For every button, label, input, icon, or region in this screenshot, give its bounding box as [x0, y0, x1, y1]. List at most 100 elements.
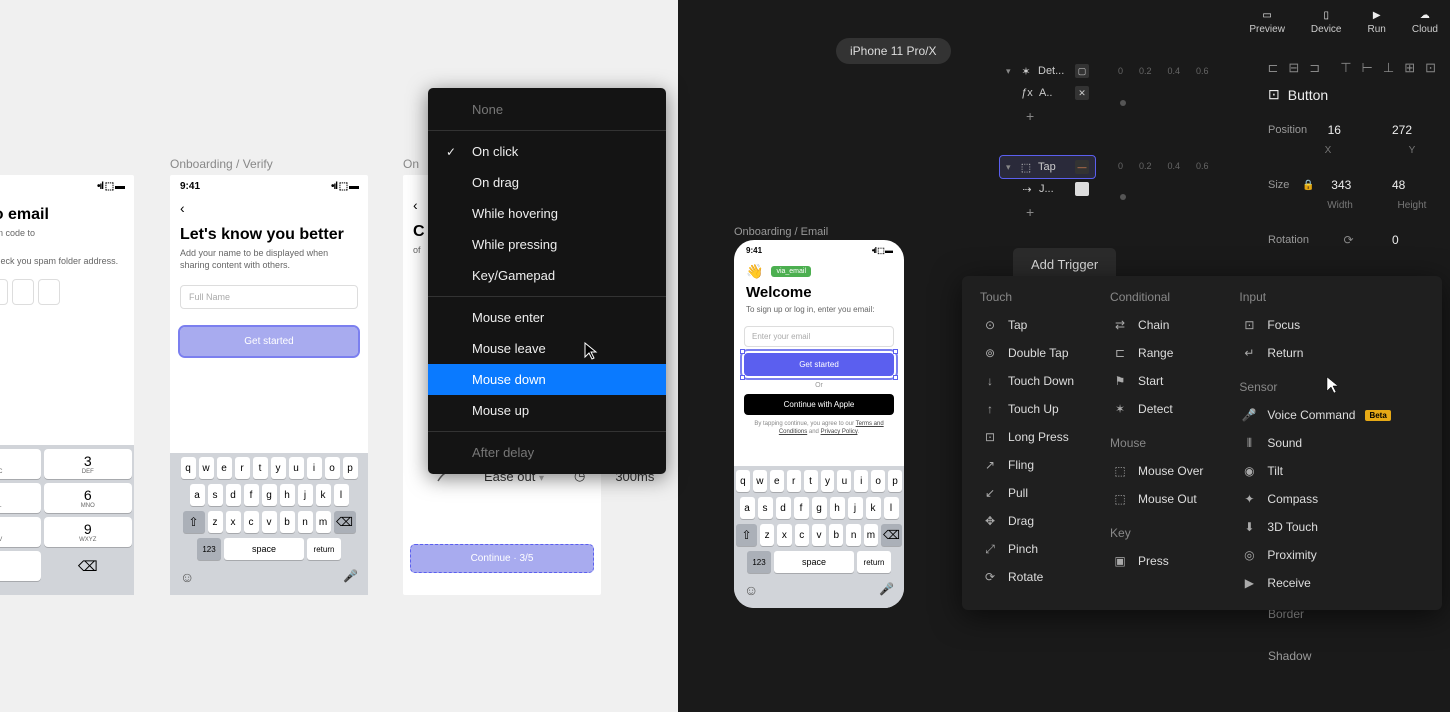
- trigger-chain[interactable]: ⇄Chain: [1110, 312, 1205, 338]
- menu-item-mouse-leave[interactable]: Mouse leave: [428, 333, 666, 364]
- num-key[interactable]: 0: [0, 551, 41, 581]
- x-input[interactable]: 16: [1324, 119, 1372, 141]
- mic-icon[interactable]: 🎤: [343, 569, 358, 585]
- trigger-compass[interactable]: ✦Compass: [1239, 486, 1392, 512]
- align-left-icon[interactable]: ⊏: [1267, 60, 1278, 76]
- trigger-long-press[interactable]: ⊡Long Press: [980, 424, 1076, 450]
- menu-item-mouse-down[interactable]: Mouse down: [428, 364, 666, 395]
- kb-key[interactable]: z: [760, 524, 774, 546]
- kb-key[interactable]: p: [888, 470, 902, 492]
- kb-key[interactable]: h: [830, 497, 845, 519]
- kb-key[interactable]: s: [758, 497, 773, 519]
- kb-key[interactable]: j: [848, 497, 863, 519]
- privacy-link[interactable]: Privacy Policy: [821, 429, 858, 435]
- kb-key[interactable]: l: [334, 484, 349, 506]
- kb-key[interactable]: n: [846, 524, 860, 546]
- kb-key[interactable]: p: [343, 457, 358, 479]
- trigger-pull[interactable]: ↙Pull: [980, 480, 1076, 506]
- align-middle-icon[interactable]: ⊢: [1362, 60, 1373, 76]
- trigger-mouse-over[interactable]: ⬚Mouse Over: [1110, 458, 1205, 484]
- minus-icon[interactable]: —: [1075, 160, 1089, 174]
- kb-key[interactable]: w: [753, 470, 767, 492]
- more-icon[interactable]: ⊡: [1425, 60, 1436, 76]
- kb-key[interactable]: j: [298, 484, 313, 506]
- kb-key[interactable]: c: [244, 511, 259, 533]
- run-button[interactable]: ▶Run: [1368, 10, 1386, 35]
- trigger-tilt[interactable]: ◉Tilt: [1239, 458, 1392, 484]
- delete-key[interactable]: ⌫: [44, 551, 133, 581]
- kb-key[interactable]: m: [864, 524, 878, 546]
- kb-key[interactable]: s: [208, 484, 223, 506]
- name-input[interactable]: Full Name: [180, 285, 358, 309]
- get-started-button[interactable]: Get started: [180, 327, 358, 356]
- mic-icon[interactable]: 🎤: [879, 582, 894, 598]
- trigger-drag[interactable]: ✥Drag: [980, 508, 1076, 534]
- trigger-tap[interactable]: ⊙Tap: [980, 312, 1076, 338]
- kb-key[interactable]: v: [812, 524, 826, 546]
- trigger-pinch[interactable]: ⤢Pinch: [980, 536, 1076, 562]
- cloud-button[interactable]: ☁Cloud: [1412, 10, 1438, 35]
- num-key[interactable]: 3DEF: [44, 449, 133, 479]
- menu-item-after-delay[interactable]: After delay: [428, 437, 666, 468]
- timeline-keyframe[interactable]: [1120, 100, 1126, 106]
- trigger-touch-down[interactable]: ↓Touch Down: [980, 368, 1076, 394]
- num-key[interactable]: 9WXYZ: [44, 517, 133, 547]
- num-toggle-key[interactable]: 123: [747, 551, 771, 573]
- kb-key[interactable]: y: [821, 470, 835, 492]
- trigger-rotate[interactable]: ⟳Rotate: [980, 564, 1076, 590]
- emoji-icon[interactable]: ☺: [744, 582, 758, 598]
- space-key[interactable]: space: [224, 538, 304, 560]
- kb-key[interactable]: k: [316, 484, 331, 506]
- height-input[interactable]: 48: [1388, 174, 1436, 196]
- menu-item-while-hovering[interactable]: While hovering: [428, 198, 666, 229]
- menu-item-mouse-enter[interactable]: Mouse enter: [428, 302, 666, 333]
- shadow-section[interactable]: Shadow: [1268, 649, 1436, 663]
- device-selector[interactable]: iPhone 11 Pro/X: [836, 38, 951, 64]
- menu-item-key-gamepad[interactable]: Key/Gamepad: [428, 260, 666, 291]
- kb-key[interactable]: g: [812, 497, 827, 519]
- layer-add[interactable]: +: [1000, 104, 1095, 128]
- kb-key[interactable]: b: [280, 511, 295, 533]
- kb-key[interactable]: q: [181, 457, 196, 479]
- kb-key[interactable]: m: [316, 511, 331, 533]
- kb-key[interactable]: f: [794, 497, 809, 519]
- lock-icon[interactable]: 🔒: [1302, 180, 1314, 191]
- layer-a[interactable]: ƒxA..✕: [1000, 82, 1095, 104]
- shift-key[interactable]: ⇧: [736, 524, 757, 546]
- layer-tap[interactable]: ▾⬚Tap—: [1000, 156, 1095, 178]
- align-top-icon[interactable]: ⊤: [1340, 60, 1351, 76]
- device-button[interactable]: ▯Device: [1311, 10, 1342, 35]
- kb-key[interactable]: u: [289, 457, 304, 479]
- backspace-key[interactable]: ⌫: [334, 511, 356, 533]
- backspace-key[interactable]: ⌫: [881, 524, 902, 546]
- artboard-verify-1[interactable]: / Verify •ıl ⬚ ▬ ent to email verificati…: [0, 175, 134, 595]
- kb-key[interactable]: a: [190, 484, 205, 506]
- continue-button[interactable]: Continue · 3/5: [410, 544, 594, 573]
- otp-box[interactable]: [0, 279, 8, 305]
- kb-key[interactable]: t: [253, 457, 268, 479]
- kb-key[interactable]: t: [804, 470, 818, 492]
- kb-key[interactable]: q: [736, 470, 750, 492]
- trigger-detect[interactable]: ✶Detect: [1110, 396, 1205, 422]
- get-started-button[interactable]: Get started: [744, 353, 894, 376]
- layer-j[interactable]: ⇢J...: [1000, 178, 1095, 200]
- continue-apple-button[interactable]: Continue with Apple: [744, 394, 894, 415]
- design-canvas[interactable]: / Verify •ıl ⬚ ▬ ent to email verificati…: [0, 0, 678, 712]
- kb-key[interactable]: e: [217, 457, 232, 479]
- kb-key[interactable]: y: [271, 457, 286, 479]
- kb-key[interactable]: a: [740, 497, 755, 519]
- trigger-range[interactable]: ⊏Range: [1110, 340, 1205, 366]
- kb-key[interactable]: b: [829, 524, 843, 546]
- width-input[interactable]: 343: [1327, 174, 1375, 196]
- group-icon[interactable]: ⊞: [1404, 60, 1415, 76]
- kb-key[interactable]: k: [866, 497, 881, 519]
- kb-key[interactable]: h: [280, 484, 295, 506]
- trigger-fling[interactable]: ↗Fling: [980, 452, 1076, 478]
- kb-key[interactable]: f: [244, 484, 259, 506]
- trigger-double-tap[interactable]: ⊚Double Tap: [980, 340, 1076, 366]
- kb-key[interactable]: d: [226, 484, 241, 506]
- trigger-sound[interactable]: ⦀Sound: [1239, 430, 1392, 456]
- return-key[interactable]: return: [857, 551, 891, 573]
- trigger-start[interactable]: ⚑Start: [1110, 368, 1205, 394]
- align-bottom-icon[interactable]: ⊥: [1383, 60, 1394, 76]
